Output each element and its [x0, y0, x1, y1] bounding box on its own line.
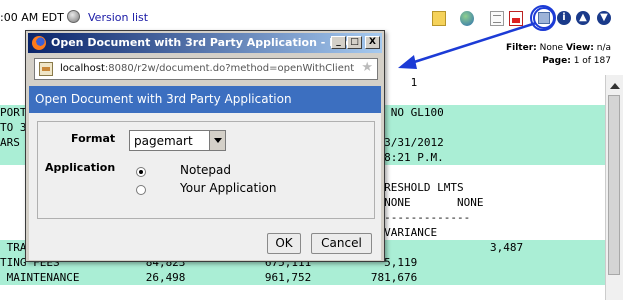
url-path: :8080/r2w/document.do?method=openWithCli…: [104, 63, 355, 74]
timestamp: :00 AM EDT: [0, 11, 64, 24]
dialog-title: Open Document with 3rd Party Application…: [51, 36, 361, 49]
format-select[interactable]: pagemart: [129, 130, 226, 151]
cancel-button[interactable]: Cancel: [311, 233, 372, 254]
application-label: Application: [45, 161, 116, 174]
scroll-up-arrow-icon[interactable]: [610, 83, 620, 89]
scrollbar[interactable]: [605, 75, 623, 300]
page-down-icon[interactable]: ▼: [597, 11, 611, 25]
view-value: n/a: [593, 43, 611, 53]
radio-notepad-label[interactable]: Notepad: [180, 163, 231, 177]
version-list-link[interactable]: Version list: [88, 11, 148, 24]
firefox-icon: [32, 36, 46, 50]
open-document-dialog: Open Document with 3rd Party Application…: [25, 30, 385, 262]
chevron-down-icon[interactable]: [209, 131, 225, 150]
radio-notepad[interactable]: [136, 167, 146, 177]
page-label: Page:: [542, 56, 571, 66]
radio-your-application[interactable]: [136, 185, 146, 195]
url-bar[interactable]: localhost:8080/r2w/document.do?method=op…: [34, 58, 378, 80]
dialog-heading: Open Document with 3rd Party Application: [35, 92, 292, 106]
url-host: localhost: [60, 63, 105, 74]
report-value: 3,487: [490, 241, 524, 254]
ok-button[interactable]: OK: [267, 233, 301, 254]
dialog-content: Open Document with 3rd Party Application…: [29, 86, 381, 260]
version-icon[interactable]: [67, 10, 80, 23]
filter-value: None: [536, 43, 566, 53]
page-up-icon[interactable]: ▲: [576, 11, 590, 25]
page-value: 1 of 187: [570, 56, 611, 66]
radio-your-application-label[interactable]: Your Application: [180, 181, 276, 195]
minimize-button[interactable]: _: [331, 36, 346, 49]
view-label: View:: [565, 43, 594, 53]
maximize-button[interactable]: □: [347, 36, 362, 49]
dialog-header: Open Document with 3rd Party Application: [29, 86, 381, 113]
scroll-thumb[interactable]: [608, 95, 620, 275]
page-status: Page: 1 of 187: [542, 56, 611, 66]
format-label: Format: [71, 132, 116, 145]
annotation-arrow: [398, 21, 537, 69]
url-text[interactable]: localhost:8080/r2w/document.do?method=op…: [60, 63, 354, 74]
format-select-value: pagemart: [134, 134, 193, 148]
close-button[interactable]: X: [365, 36, 380, 49]
info-icon[interactable]: i: [557, 11, 571, 25]
dialog-titlebar[interactable]: Open Document with 3rd Party Application…: [28, 33, 382, 53]
bookmark-star-icon[interactable]: ★: [361, 60, 373, 75]
page-icon: [39, 62, 53, 76]
report-line: MAINTENANCE 26,498 961,752 781,676: [0, 270, 605, 285]
